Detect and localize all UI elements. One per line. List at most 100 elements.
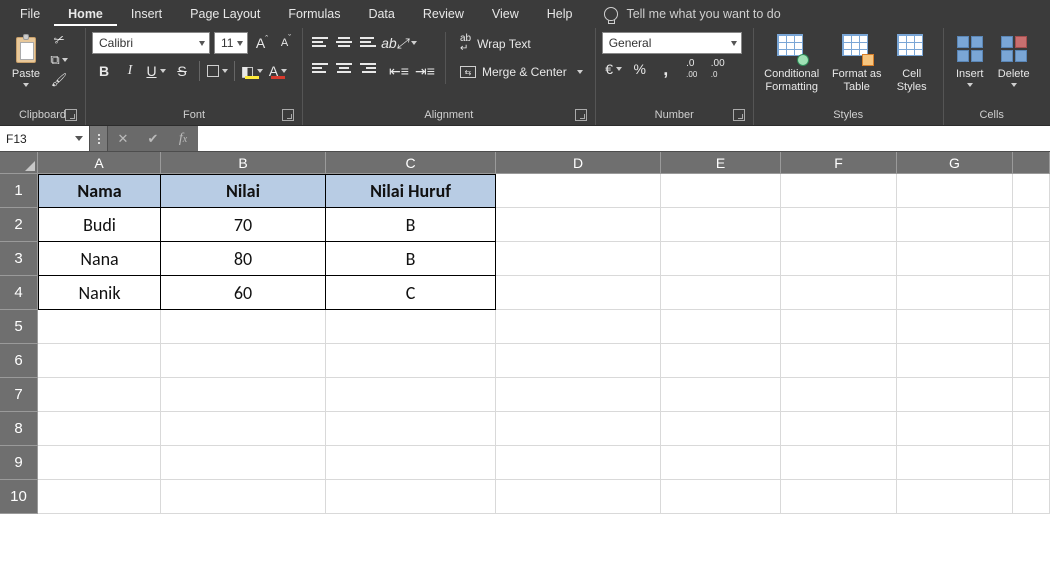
tab-home[interactable]: Home — [54, 2, 117, 26]
cell-C6[interactable] — [326, 344, 496, 378]
delete-cells-button[interactable]: Delete — [994, 32, 1034, 87]
row-header-7[interactable]: 7 — [0, 378, 38, 412]
cell-E5[interactable] — [661, 310, 781, 344]
comma-format-button[interactable]: , — [654, 58, 678, 80]
tab-view[interactable]: View — [478, 2, 533, 26]
cell-styles-button[interactable]: Cell Styles — [890, 32, 934, 93]
select-all-corner[interactable] — [0, 152, 38, 173]
cell-F3[interactable] — [781, 242, 897, 276]
align-top-button[interactable] — [309, 32, 331, 52]
cell-B8[interactable] — [161, 412, 326, 446]
conditional-formatting-button[interactable]: Conditional Formatting — [760, 32, 824, 93]
cell-H1[interactable] — [1013, 174, 1050, 208]
align-bottom-button[interactable] — [357, 32, 379, 52]
cell-G6[interactable] — [897, 344, 1013, 378]
number-format-combo[interactable]: General — [602, 32, 742, 54]
col-header-B[interactable]: B — [161, 152, 326, 173]
decrease-indent-button[interactable]: ⇤≡ — [387, 60, 411, 82]
cell-F9[interactable] — [781, 446, 897, 480]
font-launcher[interactable] — [282, 109, 294, 121]
cell-E10[interactable] — [661, 480, 781, 514]
cell-F2[interactable] — [781, 208, 897, 242]
clipboard-launcher[interactable] — [65, 109, 77, 121]
cell-C7[interactable] — [326, 378, 496, 412]
tab-review[interactable]: Review — [409, 2, 478, 26]
row-header-10[interactable]: 10 — [0, 480, 38, 514]
cell-D1[interactable] — [496, 174, 661, 208]
col-header-C[interactable]: C — [326, 152, 496, 173]
cell-E4[interactable] — [661, 276, 781, 310]
cell-E3[interactable] — [661, 242, 781, 276]
cell-A7[interactable] — [38, 378, 161, 412]
cell-G9[interactable] — [897, 446, 1013, 480]
row-header-6[interactable]: 6 — [0, 344, 38, 378]
formula-cancel-button[interactable]: ✕ — [108, 126, 138, 151]
align-middle-button[interactable] — [333, 32, 355, 52]
tab-data[interactable]: Data — [354, 2, 408, 26]
tab-file[interactable]: File — [6, 2, 54, 26]
alignment-launcher[interactable] — [575, 109, 587, 121]
cell-C5[interactable] — [326, 310, 496, 344]
cell-A4[interactable]: Nanik — [38, 276, 161, 310]
col-header-E[interactable]: E — [661, 152, 781, 173]
cell-A10[interactable] — [38, 480, 161, 514]
cell-G1[interactable] — [897, 174, 1013, 208]
cell-E2[interactable] — [661, 208, 781, 242]
borders-button[interactable] — [205, 60, 229, 82]
row-header-1[interactable]: 1 — [0, 174, 38, 208]
cell-D3[interactable] — [496, 242, 661, 276]
insert-function-button[interactable]: fx — [168, 126, 198, 151]
cell-B10[interactable] — [161, 480, 326, 514]
name-box[interactable]: F13 — [0, 126, 90, 151]
cell-C4[interactable]: C — [326, 276, 496, 310]
cell-E8[interactable] — [661, 412, 781, 446]
cell-C2[interactable]: B — [326, 208, 496, 242]
col-header-D[interactable]: D — [496, 152, 661, 173]
cell-H7[interactable] — [1013, 378, 1050, 412]
cell-E6[interactable] — [661, 344, 781, 378]
cell-F1[interactable] — [781, 174, 897, 208]
row-header-4[interactable]: 4 — [0, 276, 38, 310]
cell-H10[interactable] — [1013, 480, 1050, 514]
tell-me-search[interactable]: Tell me what you want to do — [604, 7, 780, 21]
cell-H4[interactable] — [1013, 276, 1050, 310]
font-name-combo[interactable]: Calibri — [92, 32, 210, 54]
cell-F4[interactable] — [781, 276, 897, 310]
cell-E9[interactable] — [661, 446, 781, 480]
cell-B1[interactable]: Nilai — [161, 174, 326, 208]
cell-D10[interactable] — [496, 480, 661, 514]
cell-G2[interactable] — [897, 208, 1013, 242]
cell-G4[interactable] — [897, 276, 1013, 310]
cell-B4[interactable]: 60 — [161, 276, 326, 310]
formula-bar-resize[interactable] — [90, 126, 108, 151]
cell-B6[interactable] — [161, 344, 326, 378]
tab-insert[interactable]: Insert — [117, 2, 176, 26]
fill-color-button[interactable]: ◧ — [240, 60, 264, 82]
tab-help[interactable]: Help — [533, 2, 587, 26]
align-left-button[interactable] — [309, 58, 331, 78]
cell-F10[interactable] — [781, 480, 897, 514]
orientation-button[interactable]: ab⤢ — [387, 32, 411, 54]
font-size-combo[interactable]: 11 — [214, 32, 248, 54]
cell-D4[interactable] — [496, 276, 661, 310]
cell-A6[interactable] — [38, 344, 161, 378]
col-header-A[interactable]: A — [38, 152, 161, 173]
tab-page-layout[interactable]: Page Layout — [176, 2, 274, 26]
cell-H9[interactable] — [1013, 446, 1050, 480]
row-header-3[interactable]: 3 — [0, 242, 38, 276]
cell-D8[interactable] — [496, 412, 661, 446]
cell-G10[interactable] — [897, 480, 1013, 514]
wrap-text-button[interactable]: ab↵ Wrap Text — [454, 32, 589, 56]
cell-D6[interactable] — [496, 344, 661, 378]
underline-button[interactable]: U — [144, 60, 168, 82]
format-as-table-button[interactable]: Format as Table — [830, 32, 884, 93]
increase-indent-button[interactable]: ⇥≡ — [413, 60, 437, 82]
grow-font-button[interactable]: Aˆ — [252, 32, 272, 54]
cell-C9[interactable] — [326, 446, 496, 480]
cell-A3[interactable]: Nana — [38, 242, 161, 276]
italic-button[interactable]: I — [118, 60, 142, 82]
cell-G3[interactable] — [897, 242, 1013, 276]
cell-A1[interactable]: Nama — [38, 174, 161, 208]
cell-B2[interactable]: 70 — [161, 208, 326, 242]
formula-input[interactable] — [198, 126, 1050, 151]
